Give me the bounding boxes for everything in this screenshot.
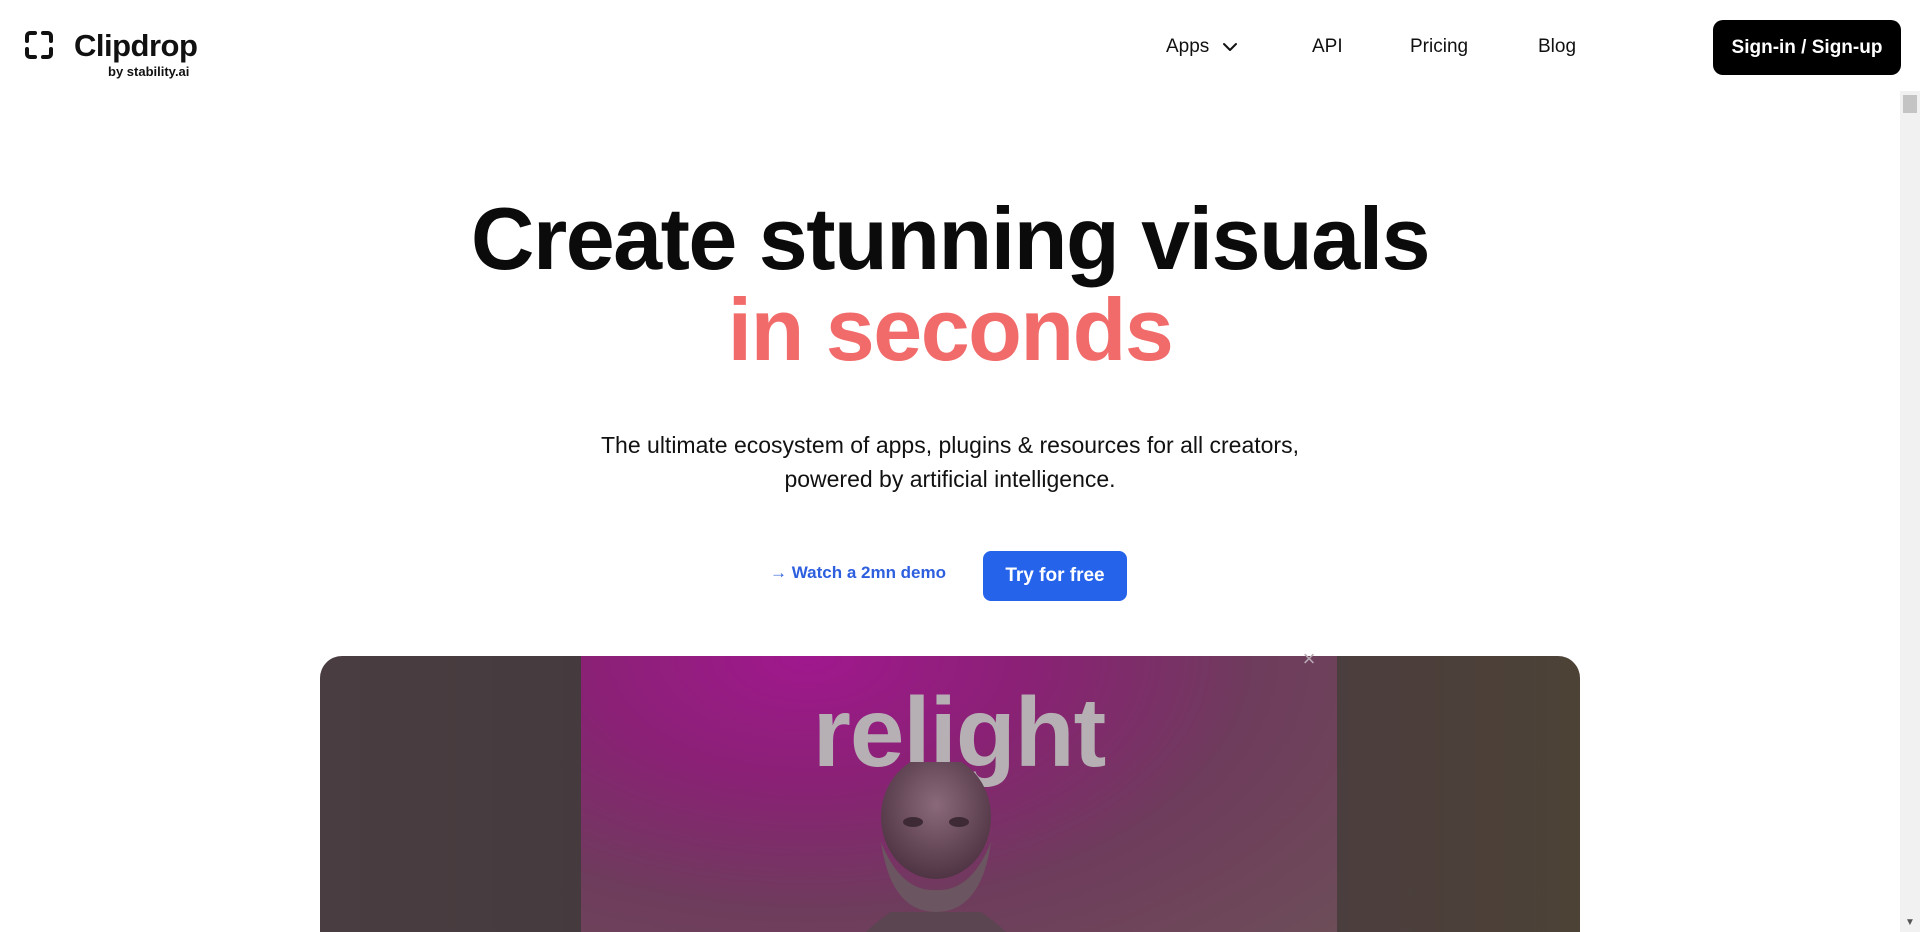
scroll-down-arrow-icon[interactable]: ▼ [1904,918,1916,928]
hero-title-line1: Create stunning visuals [470,189,1431,288]
try-for-free-button[interactable]: Try for free [983,551,1127,601]
clipdrop-logo[interactable]: Clipdrop by stability.ai [24,28,204,80]
watch-demo-link[interactable]: → Watch a 2mn demo [770,563,946,583]
close-icon[interactable]: × [1296,646,1322,672]
nav-api[interactable]: API [1312,32,1343,62]
scrollbar-thumb[interactable] [1903,95,1917,113]
signin-signup-button[interactable]: Sign-in / Sign-up [1713,20,1901,75]
statue-bust-image [866,762,1006,932]
clipdrop-corners-icon [25,31,53,59]
hero-subtitle-line2: powered by artificial intelligence. [784,466,1116,492]
nav-pricing[interactable]: Pricing [1410,32,1468,62]
demo-video-card[interactable]: relight [320,656,1580,932]
chevron-down-icon [1223,43,1238,51]
video-frame: relight [581,656,1337,932]
hero-subtitle-line1: The ultimate ecosystem of apps, plugins … [601,432,1299,458]
nav-apps-label: Apps [1166,36,1210,57]
page-scrollbar[interactable]: ▼ [1900,91,1920,932]
nav-apps-dropdown[interactable]: Apps [1166,32,1239,62]
site-header: Clipdrop by stability.ai Apps API Pricin… [0,0,1901,94]
logo-subtitle: by stability.ai [108,64,190,79]
logo-name: Clipdrop [74,28,198,63]
nav-blog[interactable]: Blog [1538,32,1576,62]
hero-title-line2: in seconds [727,280,1174,379]
